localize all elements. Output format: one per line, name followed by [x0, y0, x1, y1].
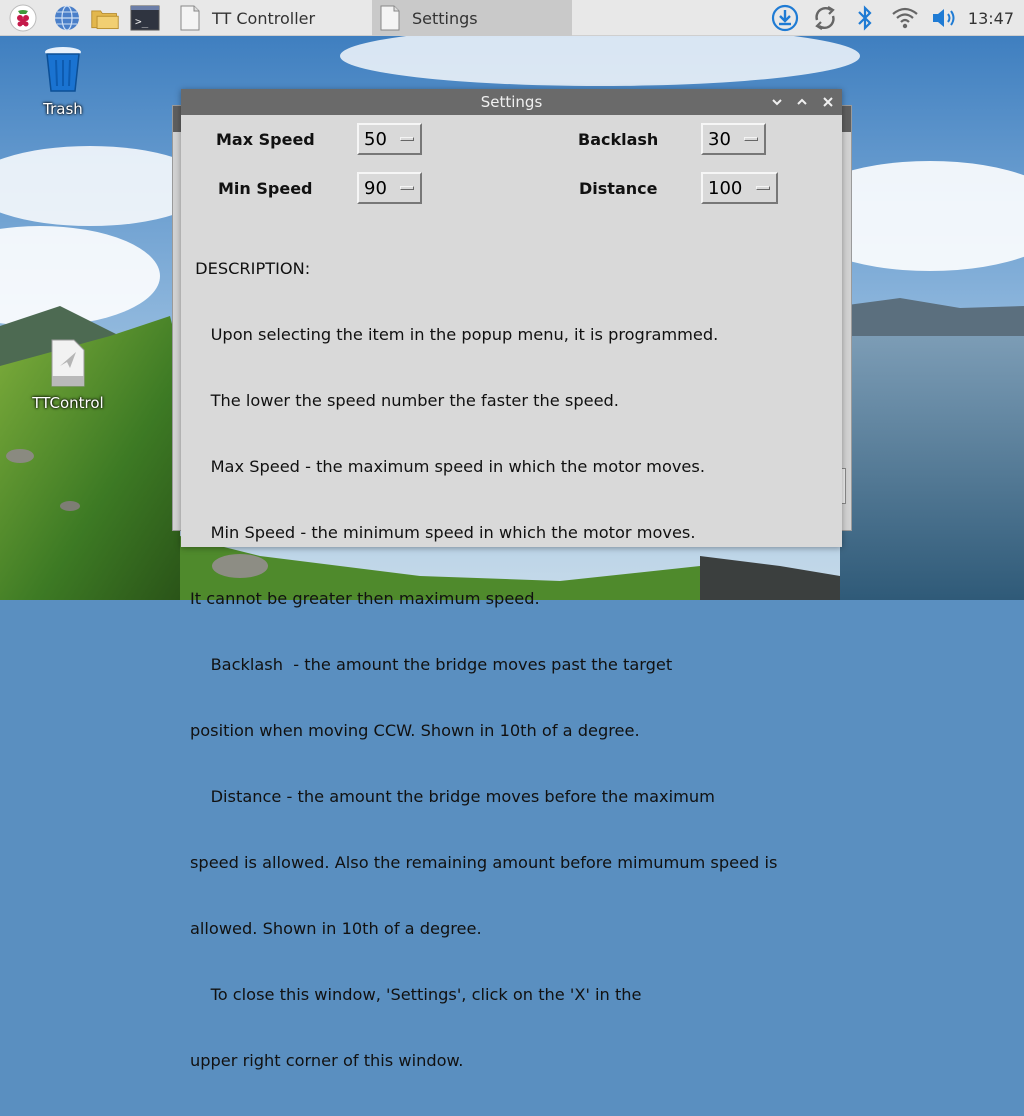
chevron-down-icon [772, 99, 782, 106]
trash-icon [45, 47, 81, 92]
backlash-select[interactable]: 30 [701, 123, 766, 155]
taskbar: >_ TT Controller Settings 13:47 [0, 0, 1024, 36]
settings-window: Settings Max Speed 50 Backlash 30 Min Sp… [181, 89, 842, 1070]
max-speed-label: Max Speed [216, 130, 315, 149]
description-line: Min Speed - the minimum speed in which t… [190, 523, 696, 542]
terminal-icon[interactable]: >_ [130, 3, 160, 33]
backlash-label: Backlash [578, 130, 659, 149]
taskbar-item-tt-controller[interactable]: TT Controller [172, 0, 366, 36]
min-speed-value: 90 [364, 177, 387, 199]
minimize-button[interactable] [767, 92, 787, 112]
desktop-icon-label: Trash [43, 100, 83, 118]
distance-select[interactable]: 100 [701, 172, 778, 204]
description-line: Upon selecting the item in the popup men… [190, 325, 719, 344]
description-line: DESCRIPTION: [190, 259, 311, 278]
description-text: DESCRIPTION: Upon selecting the item in … [190, 214, 840, 1116]
description-line: The lower the speed number the faster th… [190, 391, 619, 410]
option-menu-indicator-icon [400, 137, 414, 141]
close-button[interactable] [818, 92, 838, 112]
document-icon [180, 5, 200, 31]
desktop-icon-label: TTControl [32, 394, 104, 412]
description-line: upper right corner of this window. [190, 1051, 464, 1070]
taskbar-item-settings[interactable]: Settings [372, 0, 572, 36]
bluetooth-icon[interactable] [850, 3, 880, 33]
option-menu-indicator-icon [756, 186, 770, 190]
description-line: Max Speed - the maximum speed in which t… [190, 457, 705, 476]
maximize-button[interactable] [792, 92, 812, 112]
distance-label: Distance [579, 179, 658, 198]
distance-value: 100 [708, 177, 743, 199]
desktop-icon-trash[interactable]: Trash [28, 44, 98, 118]
desktop-icon-ttcontrol[interactable]: TTControl [28, 338, 108, 412]
description-line: speed is allowed. Also the remaining amo… [190, 853, 778, 872]
volume-icon[interactable] [930, 3, 960, 33]
max-speed-value: 50 [364, 128, 387, 150]
script-file-icon [51, 339, 85, 387]
description-line: Distance - the amount the bridge moves b… [190, 787, 715, 806]
document-icon [380, 5, 400, 31]
min-speed-select[interactable]: 90 [357, 172, 422, 204]
min-speed-label: Min Speed [218, 179, 313, 198]
download-update-icon[interactable] [770, 3, 800, 33]
max-speed-select[interactable]: 50 [357, 123, 422, 155]
window-title: Settings [480, 93, 543, 111]
close-icon [823, 97, 833, 107]
clock[interactable]: 13:47 [968, 0, 1014, 36]
taskbar-item-label: TT Controller [212, 8, 316, 28]
description-line: It cannot be greater then maximum speed. [190, 589, 540, 608]
settings-titlebar[interactable]: Settings [181, 89, 842, 115]
description-line: To close this window, 'Settings', click … [190, 985, 642, 1004]
description-line: position when moving CCW. Shown in 10th … [190, 721, 640, 740]
chevron-up-icon [797, 98, 807, 105]
raspberry-menu-icon[interactable] [8, 3, 38, 33]
backlash-value: 30 [708, 128, 731, 150]
description-line: Backlash - the amount the bridge moves p… [190, 655, 673, 674]
option-menu-indicator-icon [744, 137, 758, 141]
file-manager-icon[interactable] [90, 3, 120, 33]
svg-text:>_: >_ [135, 15, 149, 28]
wifi-icon[interactable] [890, 3, 920, 33]
web-browser-icon[interactable] [52, 3, 82, 33]
option-menu-indicator-icon [400, 186, 414, 190]
description-line: allowed. Shown in 10th of a degree. [190, 919, 482, 938]
sync-icon[interactable] [810, 3, 840, 33]
taskbar-item-label: Settings [412, 8, 478, 28]
